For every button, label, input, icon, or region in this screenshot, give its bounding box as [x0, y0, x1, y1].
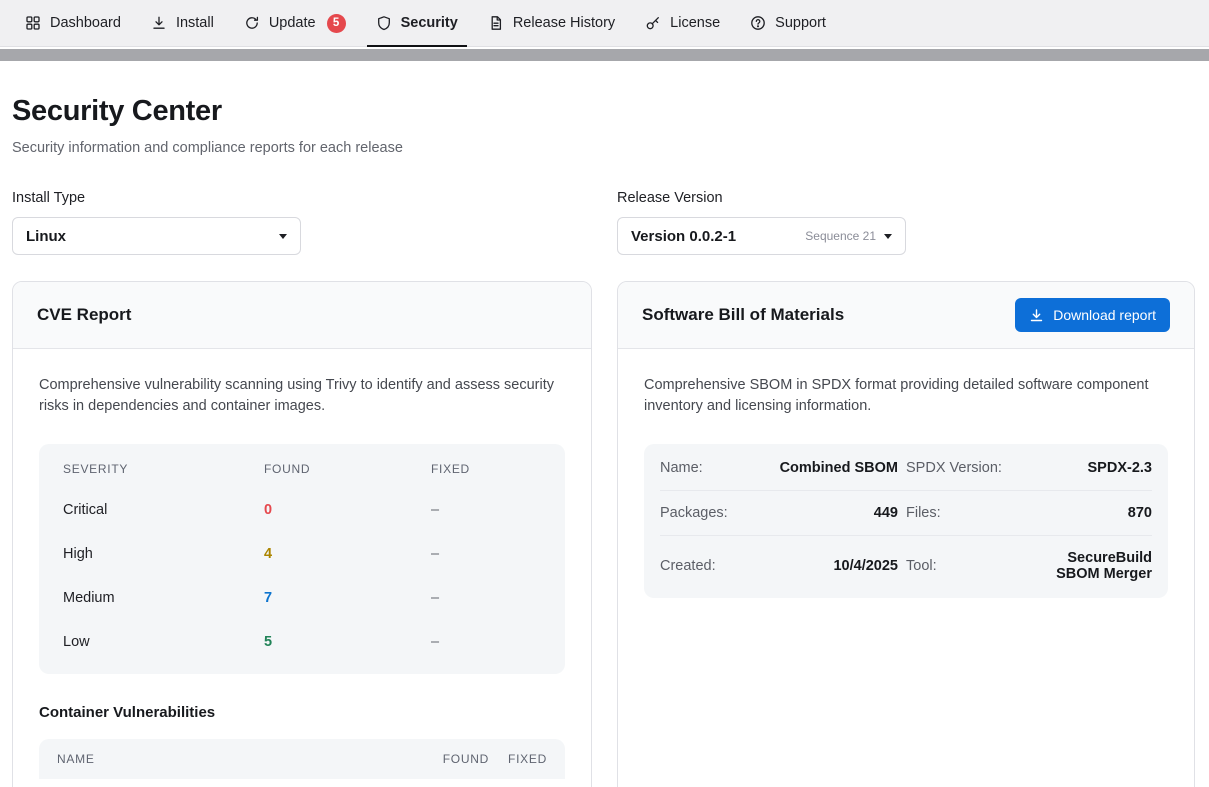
nav-item-label: License [670, 15, 720, 31]
filters-row: Install Type Linux Release Version Versi… [12, 190, 1195, 255]
sbom-spdx-version-value: SPDX-2.3 [1026, 460, 1152, 476]
nav-item-security[interactable]: Security [361, 0, 473, 46]
container-vulnerabilities-title: Container Vulnerabilities [39, 704, 565, 721]
download-report-button[interactable]: Download report [1015, 298, 1170, 332]
nav-item-license[interactable]: License [630, 0, 735, 46]
cve-report-description: Comprehensive vulnerability scanning usi… [39, 375, 565, 418]
chevron-down-icon [884, 234, 892, 239]
sbom-files-value: 870 [1026, 505, 1152, 521]
col-found: FOUND [264, 462, 431, 476]
install-type-select[interactable]: Linux [12, 217, 301, 255]
container-vulnerabilities-header: NAME FOUND FIXED [39, 739, 565, 779]
update-count-badge: 5 [327, 14, 346, 33]
nav-item-label: Support [775, 15, 826, 31]
severity-row-high: High 4 – [39, 532, 565, 576]
refresh-icon [244, 15, 260, 31]
nav-item-label: Release History [513, 15, 615, 31]
page-top-divider [0, 49, 1209, 61]
col-found: FOUND [397, 752, 489, 766]
low-found-count: 5 [264, 634, 431, 650]
release-version-select[interactable]: Version 0.0.2-1 Sequence 21 [617, 217, 906, 255]
nav-item-install[interactable]: Install [136, 0, 229, 46]
sbom-description: Comprehensive SBOM in SPDX format provid… [644, 375, 1168, 418]
page-title: Security Center [12, 95, 1195, 128]
dashboard-grid-icon [25, 15, 41, 31]
medium-found-count: 7 [264, 590, 431, 606]
sbom-created-value: 10/4/2025 [740, 558, 898, 574]
nav-item-update[interactable]: Update 5 [229, 0, 361, 46]
nav-item-dashboard[interactable]: Dashboard [10, 0, 136, 46]
col-severity: SEVERITY [63, 462, 264, 476]
top-nav: Dashboard Install Update 5 Security Rele… [0, 0, 1209, 47]
nav-item-label: Dashboard [50, 15, 121, 31]
help-circle-icon [750, 15, 766, 31]
nav-item-label: Update [269, 15, 316, 31]
install-type-label: Install Type [12, 190, 592, 206]
cve-report-header: CVE Report [13, 282, 591, 349]
release-version-label: Release Version [617, 190, 1195, 206]
nav-item-label: Install [176, 15, 214, 31]
nav-item-label: Security [401, 15, 458, 31]
sbom-info-row: Name: Combined SBOM SPDX Version: SPDX-2… [660, 446, 1152, 491]
download-icon [1029, 308, 1044, 323]
severity-row-critical: Critical 0 – [39, 488, 565, 532]
shield-icon [376, 15, 392, 31]
col-fixed: FIXED [489, 752, 547, 766]
sbom-title: Software Bill of Materials [642, 305, 844, 325]
severity-table-header: SEVERITY FOUND FIXED [39, 450, 565, 488]
sbom-name-value: Combined SBOM [740, 460, 898, 476]
sequence-label: Sequence 21 [805, 229, 876, 243]
sbom-body: Comprehensive SBOM in SPDX format provid… [618, 349, 1194, 618]
col-fixed: FIXED [431, 462, 541, 476]
page-subtitle: Security information and compliance repo… [12, 140, 1195, 156]
sbom-tool-value: SecureBuild SBOM Merger [1026, 550, 1152, 582]
chevron-down-icon [279, 234, 287, 239]
col-name: NAME [57, 752, 397, 766]
severity-row-medium: Medium 7 – [39, 576, 565, 620]
critical-found-count: 0 [264, 502, 431, 518]
sbom-packages-value: 449 [740, 505, 898, 521]
nav-item-support[interactable]: Support [735, 0, 841, 46]
high-found-count: 4 [264, 546, 431, 562]
main-content: Security Center Security information and… [0, 95, 1209, 787]
sbom-info-row: Packages: 449 Files: 870 [660, 491, 1152, 536]
cve-report-body: Comprehensive vulnerability scanning usi… [13, 349, 591, 787]
nav-item-release-history[interactable]: Release History [473, 0, 630, 46]
sbom-card: Software Bill of Materials Download repo… [617, 281, 1195, 787]
severity-table: SEVERITY FOUND FIXED Critical 0 – High 4… [39, 444, 565, 674]
document-icon [488, 15, 504, 31]
cve-report-title: CVE Report [37, 305, 131, 325]
cards-row: CVE Report Comprehensive vulnerability s… [12, 281, 1195, 787]
severity-row-low: Low 5 – [39, 620, 565, 664]
download-icon [151, 15, 167, 31]
sbom-info-row: Created: 10/4/2025 Tool: SecureBuild SBO… [660, 536, 1152, 596]
download-report-label: Download report [1053, 307, 1156, 323]
cve-report-card: CVE Report Comprehensive vulnerability s… [12, 281, 592, 787]
key-icon [645, 15, 661, 31]
sbom-info-grid: Name: Combined SBOM SPDX Version: SPDX-2… [644, 444, 1168, 598]
sbom-header: Software Bill of Materials Download repo… [618, 282, 1194, 349]
release-version-value: Version 0.0.2-1 [631, 228, 736, 245]
install-type-value: Linux [26, 228, 66, 245]
